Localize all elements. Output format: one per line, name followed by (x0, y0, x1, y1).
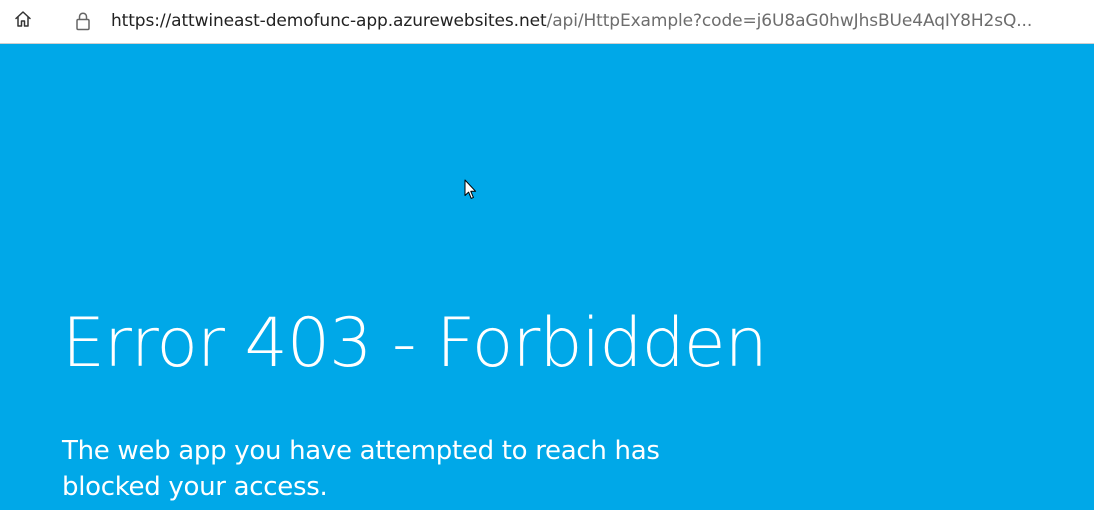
browser-toolbar: https://attwineast-demofunc-app.azureweb… (0, 0, 1094, 44)
url-host: https://attwineast-demofunc-app.azureweb… (111, 11, 547, 31)
error-message: The web app you have attempted to reach … (62, 436, 660, 502)
error-title: Error 403 - Forbidden (62, 304, 768, 383)
url-path: /api/HttpExample?code=j6U8aG0hwJhsBUe4Aq… (546, 11, 1033, 31)
url-text[interactable]: https://attwineast-demofunc-app.azureweb… (111, 3, 1071, 39)
mouse-pointer-icon (464, 179, 477, 199)
home-button[interactable] (8, 6, 38, 36)
home-icon (13, 9, 33, 34)
lock-icon[interactable] (68, 3, 98, 39)
address-bar[interactable]: https://attwineast-demofunc-app.azureweb… (58, 3, 1088, 39)
